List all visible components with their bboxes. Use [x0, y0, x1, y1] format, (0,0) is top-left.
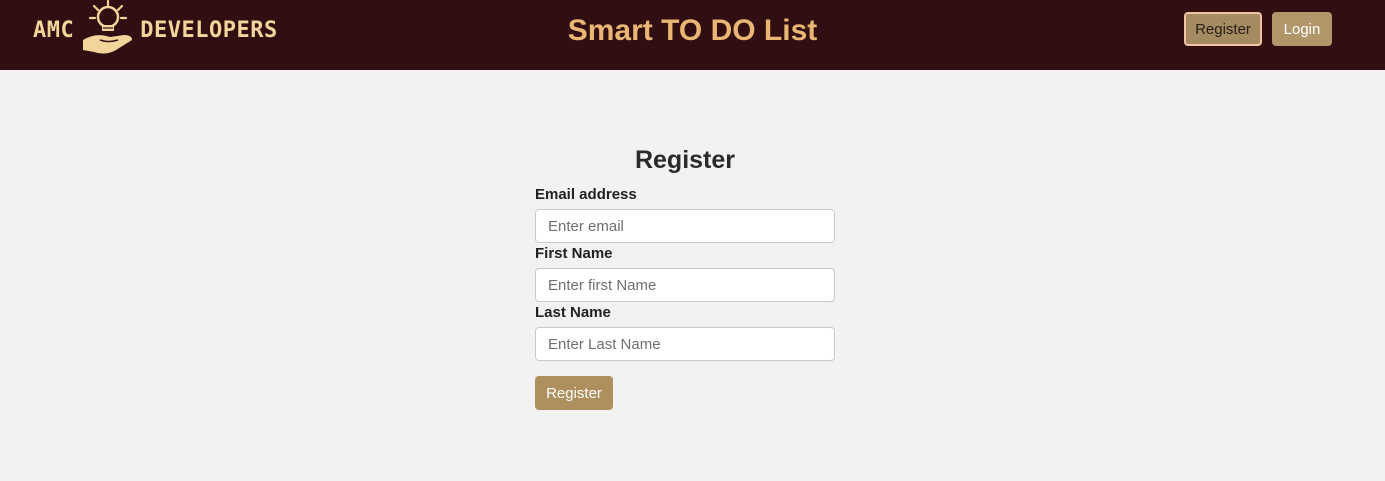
first-name-label: First Name [535, 245, 613, 262]
last-name-field[interactable] [535, 327, 835, 361]
nav-login-button[interactable]: Login [1272, 12, 1332, 46]
top-navbar: AMC DEVELOPERS Smart TO DO List Register… [0, 0, 1385, 70]
email-label: Email address [535, 186, 637, 203]
last-name-label: Last Name [535, 304, 611, 321]
nav-register-button[interactable]: Register [1184, 12, 1262, 46]
email-field[interactable] [535, 209, 835, 243]
register-submit-button[interactable]: Register [535, 376, 613, 410]
form-title: Register [634, 146, 736, 174]
app-title: Smart TO DO List [567, 14, 818, 47]
first-name-field[interactable] [535, 268, 835, 302]
